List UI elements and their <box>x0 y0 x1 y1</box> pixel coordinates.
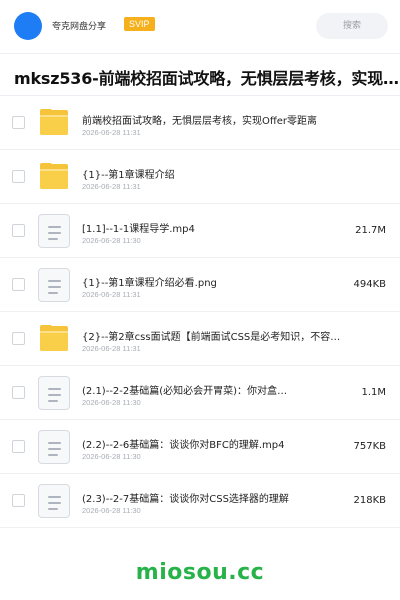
list-item[interactable]: {2}--第2章css面试题【前端面试CSS是必考知识，不容忽视】 2026-06… <box>0 312 400 366</box>
folder-icon <box>37 160 71 194</box>
file-date: 2026-06-28 11:30 <box>82 452 141 461</box>
file-date: 2026-06-28 11:30 <box>82 236 141 245</box>
list-item[interactable]: (2.3)--2-7基础篇：谈谈你对CSS选择器的理解 2026-06-28 11… <box>0 474 400 528</box>
file-name[interactable]: (2.3)--2-7基础篇：谈谈你对CSS选择器的理解 <box>82 490 292 505</box>
file-name[interactable]: {2}--第2章css面试题【前端面试CSS是必考知识，不容忽视】 <box>82 328 342 343</box>
folder-icon <box>37 322 71 356</box>
file-name[interactable]: 前端校招面试攻略，无惧层层考核，实现Offer零距离 <box>82 112 342 127</box>
select-checkbox[interactable] <box>12 116 25 129</box>
file-name[interactable]: (2.1)--2-2基础篇(必知必会开胃菜)：你对盒模型的理解 <box>82 382 292 397</box>
file-size: 1.1M <box>361 387 386 398</box>
file-size: 494KB <box>353 279 386 290</box>
file-icon <box>37 430 71 464</box>
select-checkbox[interactable] <box>12 440 25 453</box>
list-item[interactable]: {1}--第1章课程介绍 2026-06-28 11:31 <box>0 150 400 204</box>
watermark: miosou.cc <box>135 560 265 585</box>
file-name[interactable]: (2.2)--2-6基础篇：谈谈你对BFC的理解.mp4 <box>82 436 292 451</box>
svip-badge: SVIP <box>124 17 155 31</box>
select-checkbox[interactable] <box>12 332 25 345</box>
file-date: 2026-06-28 11:31 <box>82 290 141 299</box>
file-date: 2026-06-28 11:31 <box>82 344 141 353</box>
share-name: 夸克网盘分享 <box>52 22 107 32</box>
file-date: 2026-06-28 11:30 <box>82 506 141 515</box>
select-checkbox[interactable] <box>12 494 25 507</box>
file-size: 218KB <box>353 495 386 506</box>
list-item[interactable]: {1}--第1章课程介绍必看.png 2026-06-28 11:31 494KB <box>0 258 400 312</box>
file-size: 21.7M <box>355 225 386 236</box>
folder-icon <box>37 106 71 140</box>
list-item[interactable]: (2.2)--2-6基础篇：谈谈你对BFC的理解.mp4 2026-06-28 1… <box>0 420 400 474</box>
file-name[interactable]: {1}--第1章课程介绍 <box>82 166 342 181</box>
header-bar: 夸克网盘分享 SVIP <box>0 0 400 54</box>
select-checkbox[interactable] <box>12 386 25 399</box>
list-item[interactable]: [1.1]--1-1课程导学.mp4 2026-06-28 11:30 21.7M <box>0 204 400 258</box>
file-icon <box>37 214 71 248</box>
select-checkbox[interactable] <box>12 278 25 291</box>
file-name[interactable]: {1}--第1章课程介绍必看.png <box>82 274 292 289</box>
file-icon <box>37 268 71 302</box>
select-checkbox[interactable] <box>12 224 25 237</box>
file-date: 2026-06-28 11:30 <box>82 398 141 407</box>
file-size: 757KB <box>353 441 386 452</box>
select-checkbox[interactable] <box>12 170 25 183</box>
file-name[interactable]: [1.1]--1-1课程导学.mp4 <box>82 220 292 235</box>
file-date: 2026-06-28 11:31 <box>82 182 141 191</box>
file-date: 2026-06-28 11:31 <box>82 128 141 137</box>
file-icon <box>37 376 71 410</box>
list-item[interactable]: 前端校招面试攻略，无惧层层考核，实现Offer零距离 2026-06-28 11:… <box>0 96 400 150</box>
list-item[interactable]: (2.1)--2-2基础篇(必知必会开胃菜)：你对盒模型的理解2026-06-2… <box>0 366 400 420</box>
file-list: 前端校招面试攻略，无惧层层考核，实现Offer零距离 2026-06-28 11:… <box>0 96 400 528</box>
avatar[interactable] <box>14 12 42 40</box>
page-title: mksz536-前端校招面试攻略，无惧层层考核，实现Offer零距离 <box>14 69 400 88</box>
file-icon <box>37 484 71 518</box>
search-input[interactable] <box>316 13 388 39</box>
